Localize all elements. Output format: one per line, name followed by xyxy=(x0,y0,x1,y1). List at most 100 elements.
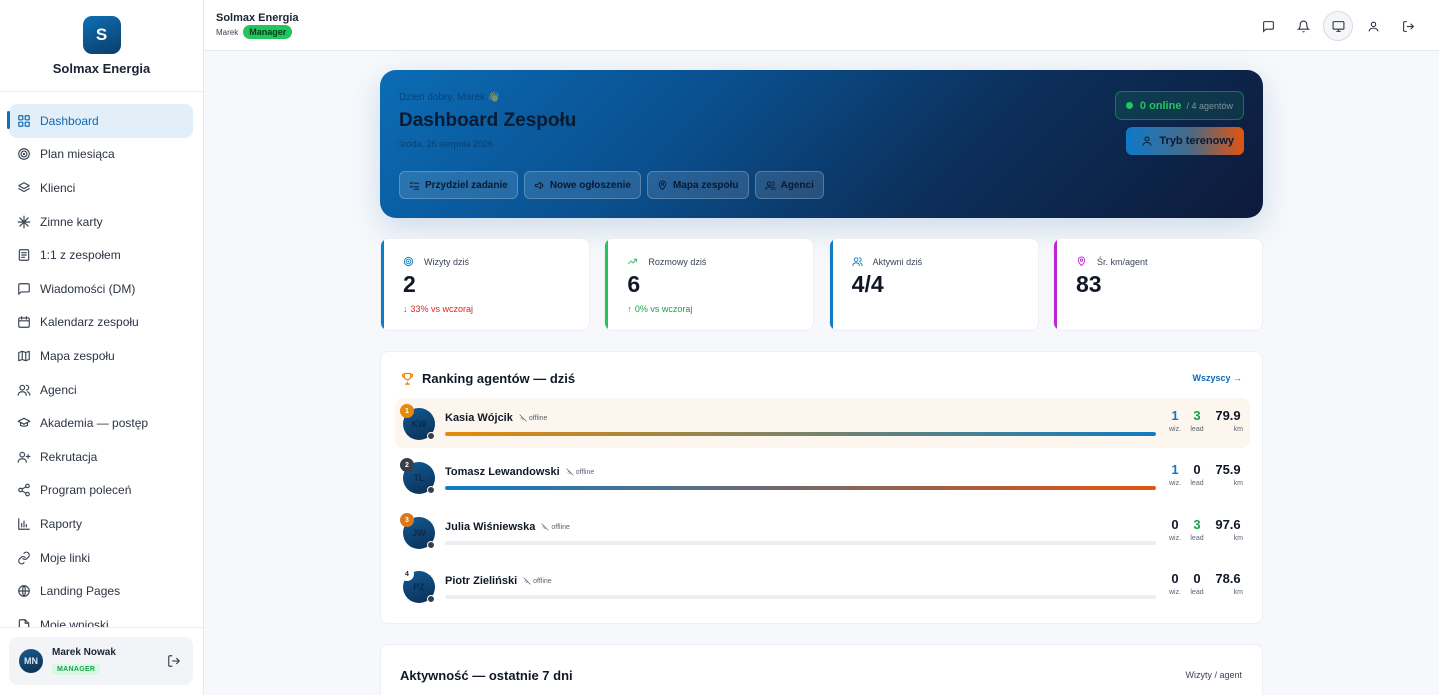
ranking-row[interactable]: TL 2 Tomasz Lewandowski offline 1 wiz. 0 lead 75… xyxy=(395,452,1250,502)
kpi-value: 83 xyxy=(1075,271,1102,297)
topbar-actions xyxy=(1248,11,1423,41)
wifi-off-icon xyxy=(566,468,576,476)
sidebar-item-mapa-zespo-u[interactable]: Mapa zespołu xyxy=(9,339,193,373)
hero-action-button[interactable]: Przydziel zadanie xyxy=(399,171,518,199)
sidebar-item-plan-miesiaca[interactable]: Plan miesiąca xyxy=(9,138,193,172)
brand-logo[interactable]: S xyxy=(82,16,121,54)
sidebar-item-dashboard[interactable]: Dashboard xyxy=(7,104,193,138)
stat-label: wiz. xyxy=(1168,589,1182,596)
status-dot xyxy=(427,541,435,549)
messages-icon[interactable] xyxy=(1253,11,1283,41)
rank-badge: 4 xyxy=(400,567,414,581)
stat-leads: 0 lead xyxy=(1187,571,1207,596)
topbar-user: Marek Manager xyxy=(216,25,293,39)
grid-icon xyxy=(17,114,31,128)
megaphone-icon xyxy=(534,180,550,191)
agent-name: Kasia Wójcik offline xyxy=(445,412,547,424)
field-mode-button[interactable]: Tryb terenowy xyxy=(1126,127,1244,155)
online-count: 0 online xyxy=(1139,99,1182,112)
kpi-value: 2 xyxy=(403,271,416,297)
monitor-icon[interactable] xyxy=(1323,11,1353,41)
offline-text: offline xyxy=(528,414,548,422)
wifi-off-icon xyxy=(523,577,533,585)
ranking-row[interactable]: KW 1 Kasia Wójcik offline 1 wiz. 3 lead 79.9 km xyxy=(395,398,1250,448)
sidebar-item-1-1-z-zespo-em[interactable]: 1:1 z zespołem xyxy=(9,238,193,272)
trend-up-icon xyxy=(627,256,643,267)
hero-action-button[interactable]: Mapa zespołu xyxy=(646,171,749,199)
stat-value: 1 xyxy=(1171,408,1179,423)
sidebar-item-wiadomosci-dm[interactable]: Wiadomości (DM) xyxy=(9,272,193,306)
ranking-row[interactable]: JW 3 Julia Wiśniewska offline 0 wiz. 3 lead 97.6… xyxy=(395,507,1250,557)
sidebar-item-agenci[interactable]: Agenci xyxy=(9,373,193,407)
rank-badge: 1 xyxy=(400,404,414,418)
sidebar-item-label: Rekrutacja xyxy=(40,449,98,464)
activity-meta[interactable]: Wizyty / agent xyxy=(1185,670,1242,680)
kpi-card[interactable]: Wizyty dziś 2 ↓ 33% vs wczoraj xyxy=(380,238,590,331)
agent-name: Julia Wiśniewska offline xyxy=(445,521,570,533)
current-date: środa, 26 sierpnia 2026 xyxy=(399,139,494,149)
stat-value: 0 xyxy=(1193,571,1201,586)
bar-chart-icon xyxy=(17,517,31,531)
globe-icon xyxy=(17,584,31,598)
stat-value: 0 xyxy=(1193,462,1201,477)
user-info: Marek Nowak MANAGER xyxy=(52,647,116,676)
users-icon xyxy=(764,180,781,191)
progress-fill xyxy=(445,432,1156,436)
progress-fill xyxy=(445,486,1156,490)
stat-label: wiz. xyxy=(1168,535,1182,542)
kpi-delta: ↑ 0% vs wczoraj xyxy=(627,304,692,314)
kpi-delta: ↓ 33% vs wczoraj xyxy=(403,304,473,314)
kpi-value: 6 xyxy=(627,271,641,297)
stat-km: 97.6 km xyxy=(1213,517,1243,542)
user-card[interactable]: MN Marek Nowak MANAGER xyxy=(9,637,193,685)
sidebar-nav: Dashboard Plan miesiąca Klienci Zimne karty… xyxy=(0,92,203,627)
kpi-card[interactable]: Śr. km/agent 83 xyxy=(1052,238,1263,331)
agent-name-text: Tomasz Lewandowski xyxy=(445,466,560,478)
topbar-title: Solmax Energia xyxy=(216,12,299,24)
logout-icon[interactable] xyxy=(1393,11,1423,41)
agent-name: Tomasz Lewandowski offline xyxy=(445,466,594,478)
sidebar-item-akademia-postep[interactable]: Akademia — postęp xyxy=(9,406,193,440)
sidebar-item-rekrutacja[interactable]: Rekrutacja xyxy=(9,440,193,474)
agent-name-text: Kasia Wójcik xyxy=(445,412,513,424)
rank-badge: 2 xyxy=(400,458,414,472)
stat-label: km xyxy=(1233,480,1243,487)
kpi-label-text: Aktywni dziś xyxy=(872,256,923,267)
sidebar-item-label: Landing Pages xyxy=(40,584,121,599)
ranking-all-link[interactable]: Wszyscy → xyxy=(1192,373,1242,383)
status-dot xyxy=(427,432,435,440)
avatar: MN xyxy=(19,649,43,673)
stat-visits: 0 wiz. xyxy=(1165,517,1185,542)
ranking-row[interactable]: PZ 4 Piotr Zieliński offline 0 wiz. 0 lead 78.6 k… xyxy=(395,561,1250,611)
sidebar-item-raporty[interactable]: Raporty xyxy=(9,507,193,541)
stat-label: km xyxy=(1233,535,1243,542)
user-icon[interactable] xyxy=(1358,11,1388,41)
kpi-delta-text: 0% vs wczoraj xyxy=(634,304,693,314)
sidebar-item-kalendarz-zespo-u[interactable]: Kalendarz zespołu xyxy=(9,306,193,340)
sidebar-item-label: Kalendarz zespołu xyxy=(40,315,139,330)
stat-value: 78.6 xyxy=(1215,571,1241,586)
sidebar-item-moje-wnioski[interactable]: Moje wnioski xyxy=(9,608,193,627)
kpi-delta-text: 33% vs wczoraj xyxy=(410,304,474,314)
list-check-icon xyxy=(409,180,425,191)
bell-icon[interactable] xyxy=(1288,11,1318,41)
stat-label: lead xyxy=(1190,480,1204,487)
kpi-card[interactable]: Aktywni dziś 4/4 xyxy=(828,238,1039,331)
kpi-card[interactable]: Rozmowy dziś 6 ↑ 0% vs wczoraj xyxy=(604,238,815,331)
calendar-icon xyxy=(17,315,31,329)
sidebar-item-label: Wiadomości (DM) xyxy=(40,281,136,296)
sidebar-item-program-polecen[interactable]: Program poleceń xyxy=(9,474,193,508)
sidebar-item-landing-pages[interactable]: Landing Pages xyxy=(9,574,193,608)
activity-title: Aktywność — ostatnie 7 dni xyxy=(400,668,573,683)
sidebar-item-moje-linki[interactable]: Moje linki xyxy=(9,541,193,575)
sidebar-item-klienci[interactable]: Klienci xyxy=(9,171,193,205)
user-badge-icon xyxy=(1142,136,1152,146)
sidebar-item-zimne-karty[interactable]: Zimne karty xyxy=(9,205,193,239)
brand: S Solmax Energia xyxy=(0,0,203,92)
ranking-title: Ranking agentów — dziś xyxy=(400,371,575,386)
logout-icon[interactable] xyxy=(167,654,181,668)
stat-visits: 0 wiz. xyxy=(1165,571,1185,596)
hero-action-button[interactable]: Agenci xyxy=(754,171,824,199)
offline-text: offline xyxy=(575,468,595,476)
hero-action-button[interactable]: Nowe ogłoszenie xyxy=(523,171,641,199)
